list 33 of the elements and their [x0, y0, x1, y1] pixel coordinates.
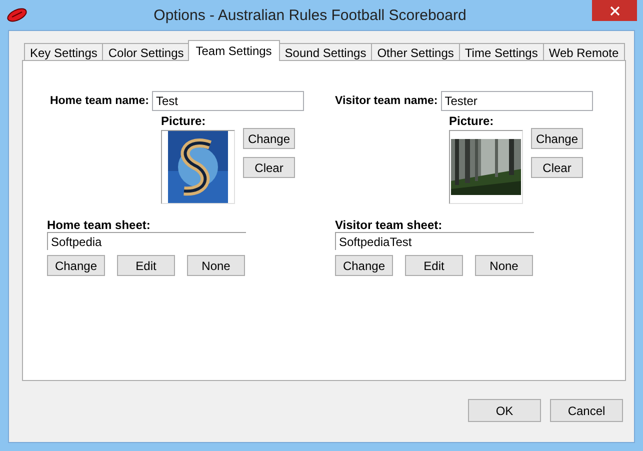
- team-name-label: Home team name:: [48, 95, 150, 107]
- tab[interactable]: Web Remote: [542, 43, 625, 61]
- picture-button[interactable]: Change: [531, 128, 583, 149]
- team-sheet-label: Home team sheet:: [47, 218, 152, 232]
- window-title: Options - Australian Rules Football Scoreboard: [152, 6, 468, 24]
- tab[interactable]: Sound Settings: [278, 43, 372, 61]
- picture-button[interactable]: Change: [243, 128, 295, 149]
- football-icon: [6, 8, 28, 22]
- picture-label: Picture:: [449, 114, 495, 128]
- team-sheet-field[interactable]: Softpedia: [47, 232, 246, 250]
- sheet-button[interactable]: Change: [47, 255, 105, 276]
- picture-button[interactable]: Clear: [531, 157, 583, 178]
- sheet-button[interactable]: None: [475, 255, 533, 276]
- sheet-button[interactable]: None: [187, 255, 245, 276]
- tab[interactable]: Key Settings: [24, 43, 104, 61]
- team-name-field[interactable]: Tester: [440, 91, 593, 111]
- tab[interactable]: Time Settings: [458, 43, 544, 61]
- tab[interactable]: Other Settings: [371, 43, 460, 61]
- team-sheet-field[interactable]: SoftpediaTest: [335, 232, 534, 250]
- dialog-button[interactable]: Cancel: [550, 399, 623, 422]
- sheet-button[interactable]: Change: [335, 255, 393, 276]
- sheet-button[interactable]: Edit: [117, 255, 175, 276]
- team-name-field[interactable]: Test: [152, 91, 304, 111]
- picture-button[interactable]: Clear: [243, 157, 295, 178]
- team-sheet-label: Visitor team sheet:: [335, 218, 444, 232]
- close-button[interactable]: [592, 0, 637, 21]
- sheet-button[interactable]: Edit: [405, 255, 463, 276]
- tab[interactable]: Team Settings: [188, 40, 280, 61]
- dialog-button[interactable]: OK: [468, 399, 541, 422]
- close-icon: [610, 6, 620, 16]
- tab[interactable]: Color Settings: [102, 43, 190, 61]
- team-name-label: Visitor team name:: [335, 95, 439, 107]
- picture-label: Picture:: [161, 114, 207, 128]
